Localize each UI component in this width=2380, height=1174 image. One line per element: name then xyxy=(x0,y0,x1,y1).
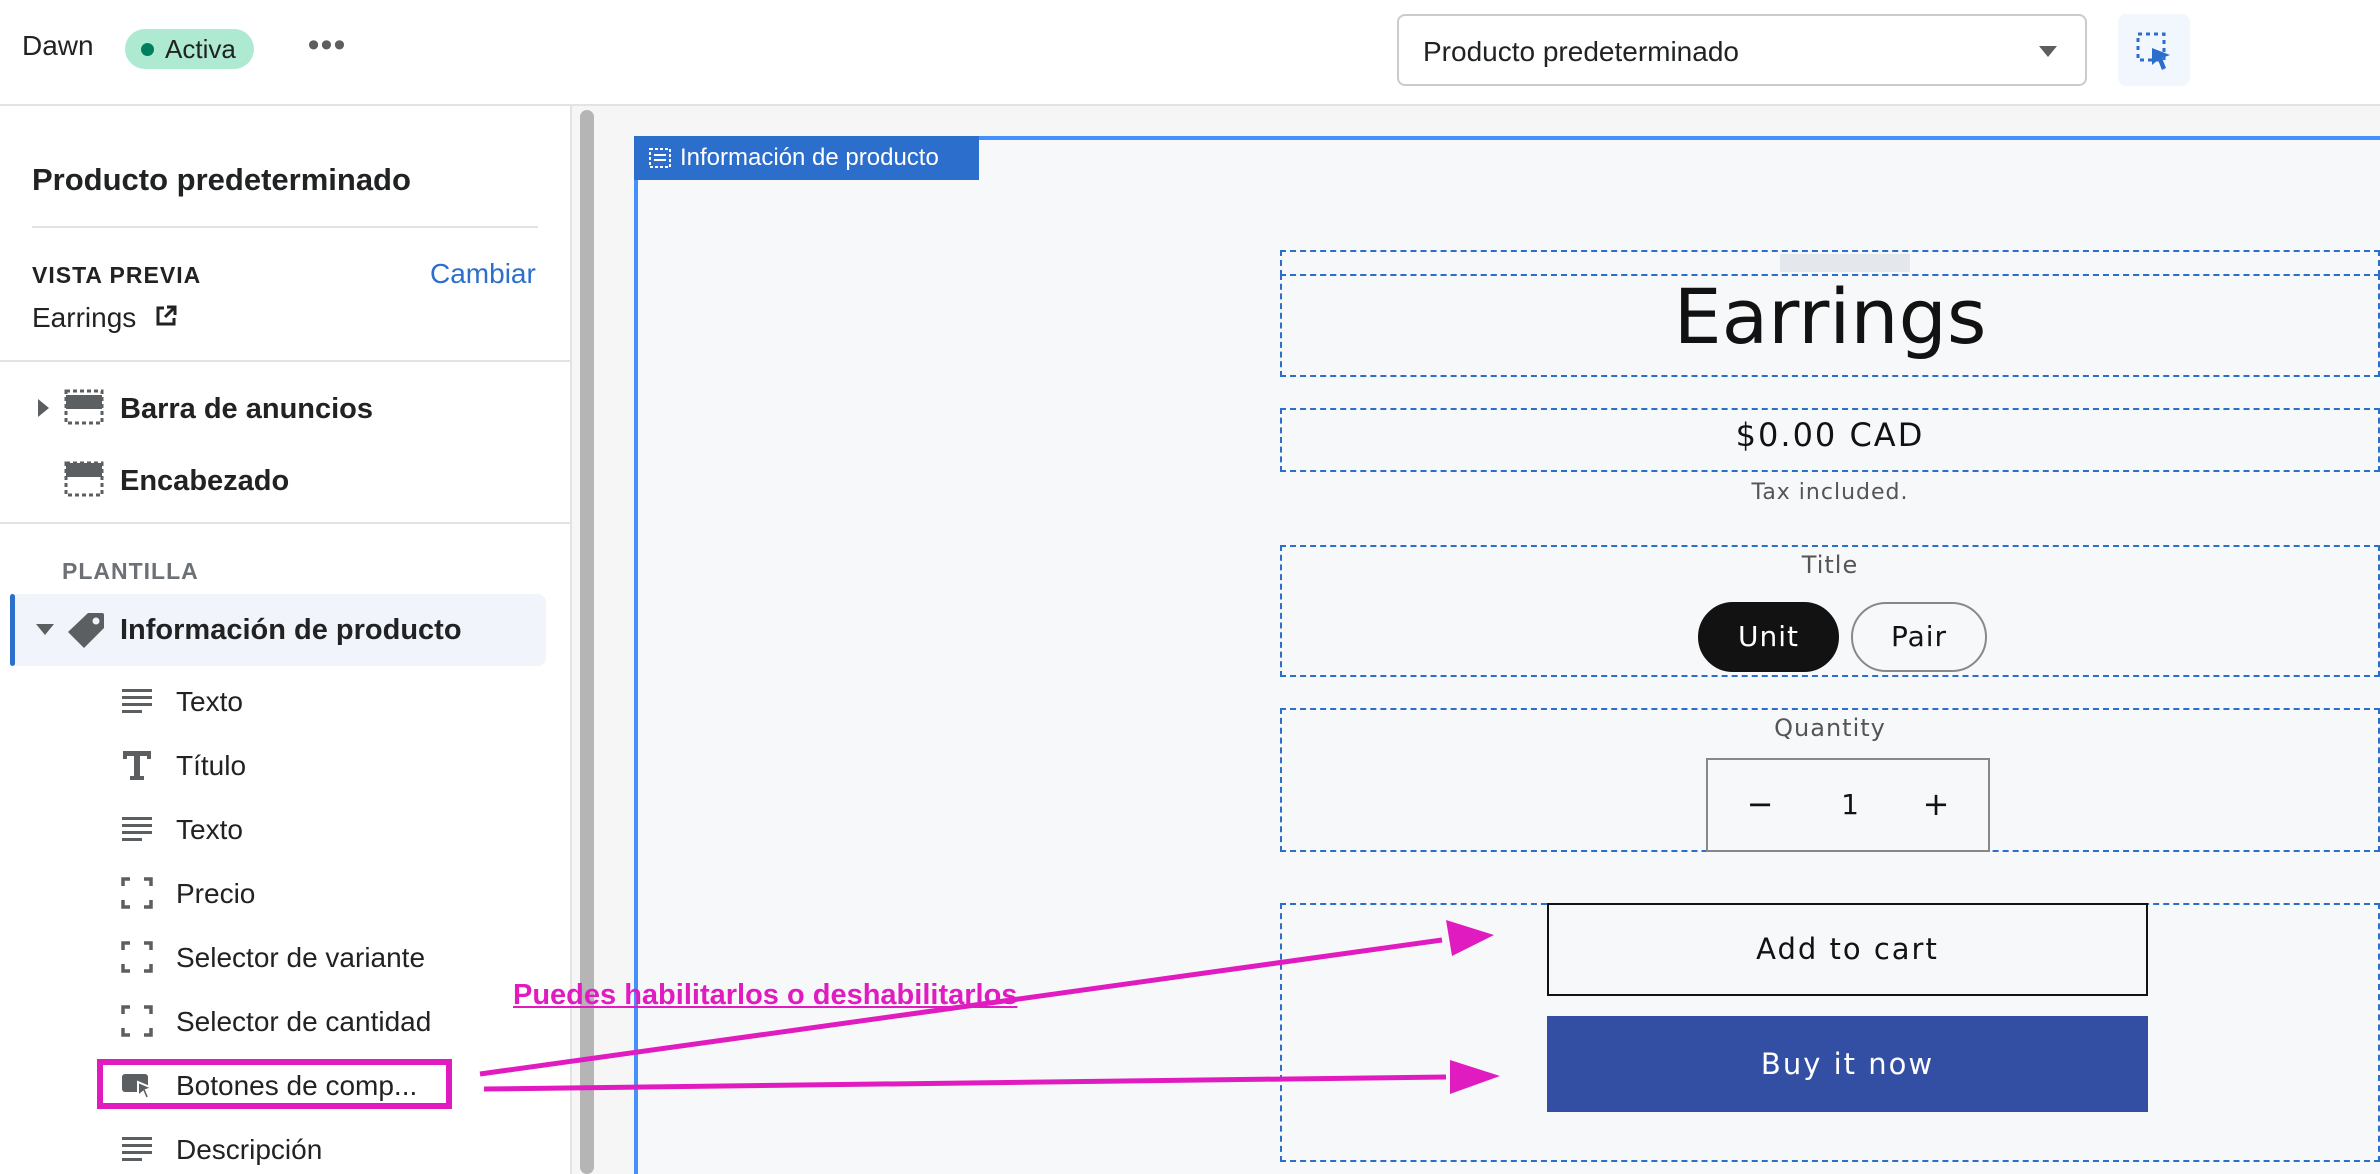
section-tab-label: Información de producto xyxy=(680,144,939,171)
block-label: Precio xyxy=(176,878,256,909)
sidebar-item-label: Información de producto xyxy=(120,614,462,646)
template-select-value: Producto predeterminado xyxy=(1423,36,1739,67)
announcement-bar-icon xyxy=(64,389,104,425)
block-label: Selector de variante xyxy=(176,942,426,973)
block-label: Descripción xyxy=(176,1134,323,1165)
dashed-square-icon xyxy=(121,941,153,973)
block-item-text[interactable]: Texto xyxy=(110,672,530,728)
top-bar: Dawn Activa ••• Producto predeterminado xyxy=(0,0,2380,106)
block-item-description[interactable]: Descripción xyxy=(110,1120,530,1174)
block-item-quantity-selector[interactable]: Selector de cantidad xyxy=(110,992,530,1048)
product-price: $0.00 CAD xyxy=(1735,416,1925,454)
preview-label: VISTA PREVIA xyxy=(32,262,202,288)
template-select[interactable]: Producto predeterminado xyxy=(1397,14,2087,86)
dashed-square-icon xyxy=(121,877,153,909)
scrollbar-thumb[interactable] xyxy=(580,110,594,1174)
block-item-price[interactable]: Precio xyxy=(110,864,530,920)
tag-icon xyxy=(68,613,104,648)
quantity-input[interactable]: 1 xyxy=(1818,788,1882,821)
sidebar-scrollbar[interactable] xyxy=(570,106,600,1174)
variant-option-pair[interactable]: Pair xyxy=(1851,602,1987,672)
block-item-variant-picker[interactable]: Selector de variante xyxy=(110,928,530,984)
quantity-label: Quantity xyxy=(1774,714,1886,742)
caret-down-icon xyxy=(2039,46,2057,57)
divider xyxy=(32,226,538,228)
chevron-right-icon[interactable] xyxy=(38,399,49,417)
tax-note: Tax included. xyxy=(1751,480,1909,505)
variant-label: Title xyxy=(1801,551,1859,579)
more-actions-button[interactable]: ••• xyxy=(302,24,352,74)
quantity-increase-button[interactable]: + xyxy=(1916,784,1956,824)
annotation-text: Puedes habilitarlos o deshabilitarlos xyxy=(513,979,1018,1011)
variant-option-unit[interactable]: Unit xyxy=(1698,602,1839,672)
title-t-icon xyxy=(123,751,151,780)
inspector-toggle-button[interactable] xyxy=(2118,14,2190,86)
text-lines-icon xyxy=(122,1137,152,1161)
block-item-title[interactable]: Título xyxy=(110,736,530,792)
text-lines-icon xyxy=(122,689,152,713)
chevron-down-icon[interactable] xyxy=(36,624,54,635)
sidebar-title: Producto predeterminado xyxy=(32,162,411,197)
quantity-stepper[interactable]: − 1 + xyxy=(1706,758,1990,852)
divider xyxy=(0,360,570,362)
block-label: Texto xyxy=(176,814,243,845)
template-section-label: PLANTILLA xyxy=(62,558,199,584)
sidebar-item-label: Barra de anuncios xyxy=(120,393,374,425)
text-lines-icon xyxy=(122,817,152,841)
status-badge: Activa xyxy=(125,29,254,69)
quantity-decrease-button[interactable]: − xyxy=(1740,784,1780,824)
buy-now-button[interactable]: Buy it now xyxy=(1547,1016,2148,1112)
block-item-text[interactable]: Texto xyxy=(110,800,530,856)
block-label: Texto xyxy=(176,686,243,717)
sidebar-item-header[interactable]: Encabezado xyxy=(0,451,570,507)
selected-indicator xyxy=(10,594,15,666)
preview-product-name: Earrings xyxy=(32,302,137,333)
sidebar-item-announcement-bar[interactable]: Barra de anuncios xyxy=(0,379,570,435)
select-cursor-icon xyxy=(2136,32,2170,70)
product-title: Earrings xyxy=(1673,272,1987,361)
status-badge-label: Activa xyxy=(165,34,236,64)
section-layout-icon xyxy=(649,148,671,168)
block-drag-handle[interactable] xyxy=(1780,254,1910,272)
block-label: Título xyxy=(176,750,247,781)
sidebar: Producto predeterminado VISTA PREVIA Cam… xyxy=(0,106,570,1174)
add-to-cart-button[interactable]: Add to cart xyxy=(1547,903,2148,996)
divider xyxy=(0,522,570,524)
status-dot-icon xyxy=(141,43,154,56)
sidebar-item-product-information[interactable]: Información de producto xyxy=(10,594,546,666)
dashed-square-icon xyxy=(121,1005,153,1037)
theme-name: Dawn xyxy=(22,30,94,61)
section-tab[interactable]: Información de producto xyxy=(634,136,979,180)
header-layout-icon xyxy=(64,461,104,497)
annotation-highlight-box xyxy=(97,1059,452,1109)
sidebar-item-label: Encabezado xyxy=(120,465,290,497)
change-preview-link[interactable]: Cambiar xyxy=(430,258,536,290)
external-link-icon[interactable] xyxy=(154,304,178,328)
block-label: Selector de cantidad xyxy=(176,1006,432,1037)
